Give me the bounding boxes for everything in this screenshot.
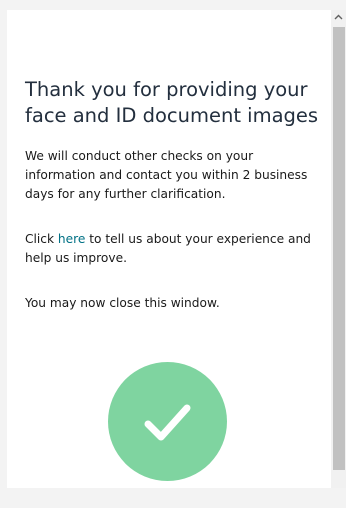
scroll-thumb[interactable] <box>333 27 345 470</box>
scroll-up-button[interactable] <box>331 10 346 26</box>
window: Thank you for providing your face and ID… <box>0 0 346 508</box>
chevron-up-icon <box>334 14 343 20</box>
feedback-link[interactable]: here <box>58 232 85 246</box>
feedback-message: Click here to tell us about your experie… <box>25 230 325 268</box>
page-title: Thank you for providing your face and ID… <box>25 78 319 127</box>
scrollbar[interactable] <box>331 10 346 488</box>
close-window-message: You may now close this window. <box>25 296 220 310</box>
feedback-prefix: Click <box>25 232 58 246</box>
checks-message: We will conduct other checks on your inf… <box>25 149 308 201</box>
check-circle-icon <box>108 362 227 481</box>
